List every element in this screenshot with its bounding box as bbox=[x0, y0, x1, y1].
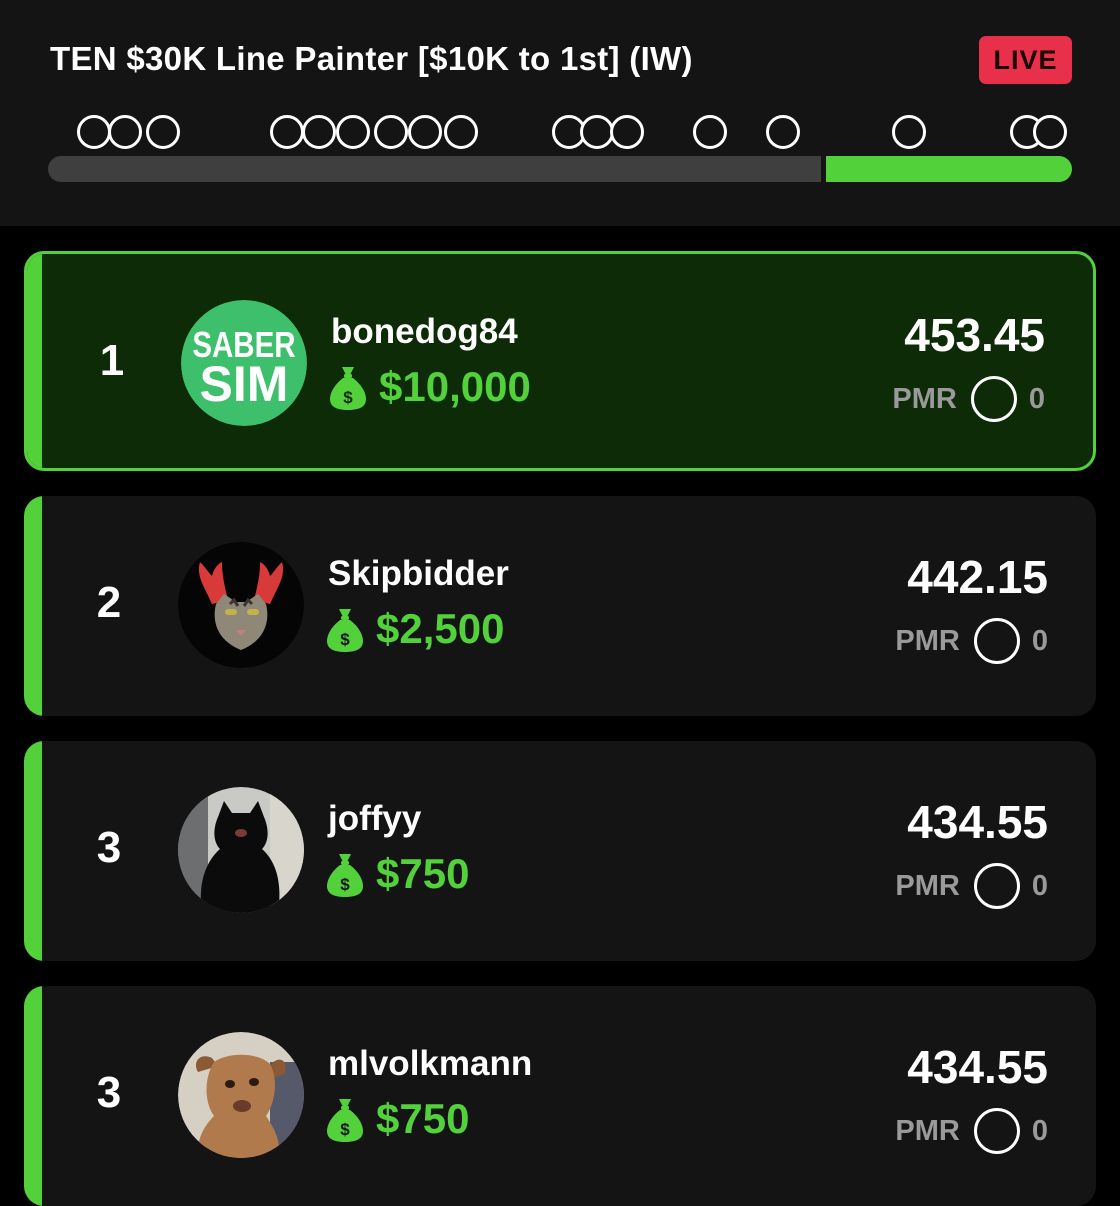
prize-amount: $10,000 bbox=[379, 363, 531, 410]
username[interactable]: bonedog84 bbox=[331, 312, 518, 352]
rank-stripe bbox=[24, 741, 42, 961]
money-bag-icon: $ bbox=[330, 367, 366, 410]
score: 434.55 bbox=[907, 796, 1048, 848]
username[interactable]: mlvolkmann bbox=[328, 1044, 532, 1084]
avatar-logo-line2: SIM bbox=[200, 356, 289, 412]
rank-number: 3 bbox=[96, 823, 122, 872]
svg-text:$: $ bbox=[343, 388, 353, 407]
username[interactable]: Skipbidder bbox=[328, 554, 509, 594]
pmr-ring-icon bbox=[973, 1108, 1020, 1154]
entry-marker-icon[interactable] bbox=[108, 115, 142, 149]
username[interactable]: joffyy bbox=[328, 799, 421, 839]
score: 434.55 bbox=[907, 1041, 1048, 1093]
money-bag-icon: $ bbox=[327, 1099, 363, 1142]
entry-marker-icon[interactable] bbox=[270, 115, 304, 149]
leaderboard-row[interactable]: 1 SABER SIM bonedog84 $ $10,000 453.45 P… bbox=[24, 251, 1096, 471]
live-badge: LIVE bbox=[979, 36, 1072, 84]
pmr-label: PMR bbox=[895, 869, 960, 902]
black-cat-avatar-icon bbox=[178, 787, 304, 913]
pmr: PMR 0 bbox=[892, 374, 1045, 424]
entry-marker-icon[interactable] bbox=[77, 115, 111, 149]
rank-number: 3 bbox=[96, 1068, 122, 1117]
contest-title: TEN $30K Line Painter [$10K to 1st] (IW) bbox=[50, 40, 693, 77]
svg-text:$: $ bbox=[340, 630, 350, 649]
svg-text:$: $ bbox=[340, 875, 350, 894]
rank-stripe bbox=[24, 496, 42, 716]
entry-marker-icon[interactable] bbox=[892, 115, 926, 149]
rank-stripe bbox=[27, 254, 42, 468]
prize: $ $750 bbox=[326, 849, 469, 899]
entry-marker-icon[interactable] bbox=[374, 115, 408, 149]
leaderboard-row[interactable]: 2 Skipbidder $ $2,500 442.15 PMR 0 bbox=[24, 496, 1096, 716]
dog-avatar-icon bbox=[178, 1032, 304, 1158]
prize: $ $10,000 bbox=[329, 362, 531, 412]
entry-marker-icon[interactable] bbox=[693, 115, 727, 149]
avatar[interactable]: SABER SIM bbox=[181, 300, 307, 426]
prize-amount: $750 bbox=[376, 850, 470, 897]
prize-amount: $2,500 bbox=[376, 605, 505, 652]
avatar[interactable] bbox=[178, 542, 304, 668]
pmr-value: 0 bbox=[1031, 1114, 1048, 1147]
entry-marker-icon[interactable] bbox=[610, 115, 644, 149]
avatar[interactable] bbox=[178, 787, 304, 913]
entry-marker-icon[interactable] bbox=[766, 115, 800, 149]
svg-text:$: $ bbox=[340, 1120, 350, 1139]
score: 442.15 bbox=[907, 551, 1048, 603]
entry-marker-icon[interactable] bbox=[1033, 115, 1067, 149]
pmr: PMR 0 bbox=[895, 1106, 1048, 1156]
rank-number: 1 bbox=[99, 336, 125, 385]
contest-header: TEN $30K Line Painter [$10K to 1st] (IW)… bbox=[0, 0, 1120, 226]
score: 453.45 bbox=[904, 309, 1045, 361]
entry-marker-icon[interactable] bbox=[580, 115, 614, 149]
pmr-label: PMR bbox=[895, 1114, 960, 1147]
entry-marker-icon[interactable] bbox=[408, 115, 442, 149]
pmr-ring-icon bbox=[970, 376, 1017, 422]
rank-number: 2 bbox=[96, 578, 122, 627]
pmr-value: 0 bbox=[1031, 624, 1048, 657]
rank-stripe bbox=[24, 986, 42, 1206]
entry-marker-icon[interactable] bbox=[302, 115, 336, 149]
pmr-value: 0 bbox=[1028, 382, 1045, 415]
leaderboard-row[interactable]: 3 mlvolkmann $ $750 434.55 PMR 0 bbox=[24, 986, 1096, 1206]
entry-marker-icon[interactable] bbox=[146, 115, 180, 149]
money-bag-icon: $ bbox=[327, 609, 363, 652]
prize: $ $750 bbox=[326, 1094, 469, 1144]
cat-antlers-avatar-icon bbox=[178, 542, 304, 668]
sabersim-logo-icon: SABER SIM bbox=[181, 300, 307, 426]
contest-progress-track bbox=[48, 156, 821, 182]
pmr-ring-icon bbox=[973, 618, 1020, 664]
entry-marker-icon[interactable] bbox=[336, 115, 370, 149]
avatar[interactable] bbox=[178, 1032, 304, 1158]
money-bag-icon: $ bbox=[327, 854, 363, 897]
contest-progress-fill bbox=[826, 156, 1072, 182]
pmr: PMR 0 bbox=[895, 616, 1048, 666]
pmr-label: PMR bbox=[892, 382, 957, 415]
pmr-value: 0 bbox=[1031, 869, 1048, 902]
pmr-ring-icon bbox=[973, 863, 1020, 909]
prize-amount: $750 bbox=[376, 1095, 470, 1142]
prize: $ $2,500 bbox=[326, 604, 504, 654]
leaderboard-row[interactable]: 3 joffyy $ $750 434.55 PMR 0 bbox=[24, 741, 1096, 961]
entry-marker-icon[interactable] bbox=[444, 115, 478, 149]
pmr: PMR 0 bbox=[895, 861, 1048, 911]
pmr-label: PMR bbox=[895, 624, 960, 657]
